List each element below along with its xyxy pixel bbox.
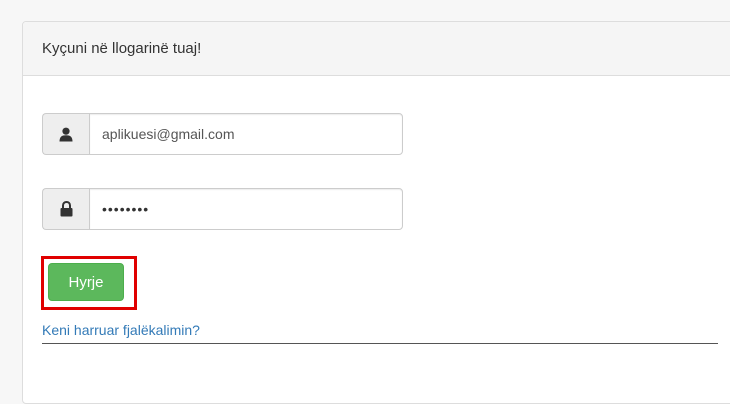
email-field[interactable] [89, 113, 403, 155]
panel-title: Kyçuni në llogarinë tuaj! [42, 40, 202, 57]
login-button[interactable]: Hyrje [48, 263, 124, 301]
login-panel: Kyçuni në llogarinë tuaj! Hyrje Keni har… [22, 21, 730, 404]
panel-heading: Kyçuni në llogarinë tuaj! [23, 22, 730, 76]
user-icon [42, 113, 89, 155]
password-group [42, 188, 403, 230]
password-field[interactable] [89, 188, 403, 230]
username-group [42, 113, 403, 155]
lock-icon [42, 188, 89, 230]
forgot-password-link[interactable]: Keni harruar fjalëkalimin? [42, 320, 718, 344]
